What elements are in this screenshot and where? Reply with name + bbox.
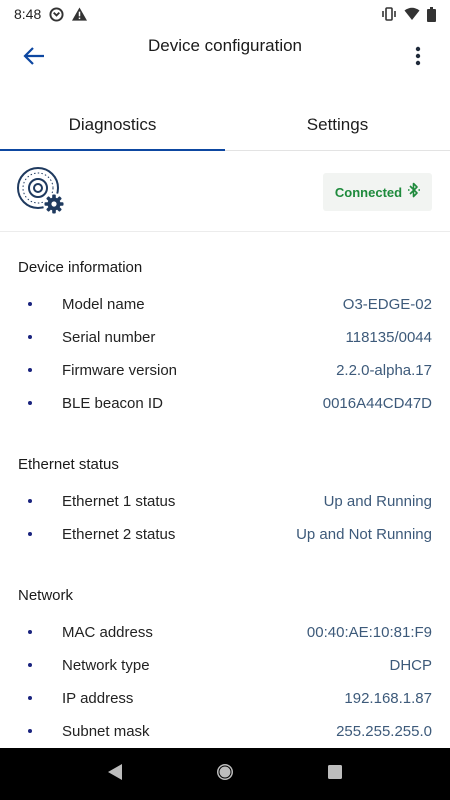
list-item: Ethernet 2 status Up and Not Running bbox=[0, 520, 450, 553]
battery-icon bbox=[427, 6, 436, 22]
row-label: Ethernet 1 status bbox=[62, 493, 176, 510]
section-title-ethernet: Ethernet status bbox=[18, 456, 119, 473]
row-label: Firmware version bbox=[62, 362, 178, 379]
bullet bbox=[28, 729, 32, 733]
row-value: 2.2.0-alpha.17 bbox=[336, 362, 432, 379]
row-label: Subnet mask bbox=[62, 723, 150, 740]
list-item: IP address 192.168.1.87 bbox=[0, 684, 450, 717]
connection-status-badge: Connected bbox=[323, 173, 432, 211]
tab-settings[interactable]: Settings bbox=[225, 100, 450, 150]
home-circle-icon bbox=[215, 762, 235, 787]
vibrate-icon bbox=[381, 7, 397, 21]
tab-bar: Diagnostics Settings bbox=[0, 100, 450, 151]
device-header: Connected bbox=[0, 152, 450, 232]
bullet bbox=[28, 663, 32, 667]
row-label: BLE beacon ID bbox=[62, 395, 163, 412]
overflow-menu-button[interactable] bbox=[396, 36, 440, 80]
row-value: 192.168.1.87 bbox=[344, 690, 432, 707]
section-title-device-info: Device information bbox=[18, 259, 143, 276]
list-item: Subnet mask 255.255.255.0 bbox=[0, 717, 450, 750]
app-bar: Device configuration bbox=[0, 28, 450, 88]
connection-status-label: Connected bbox=[334, 184, 403, 200]
bullet bbox=[28, 499, 32, 503]
status-bar: 8:48 bbox=[0, 0, 450, 28]
row-value: 00:40:AE:10:81:F9 bbox=[306, 624, 432, 641]
square-recents-icon bbox=[327, 764, 343, 785]
nav-home-button[interactable] bbox=[205, 754, 245, 794]
row-label: MAC address bbox=[62, 624, 153, 641]
nav-recents-button[interactable] bbox=[315, 754, 355, 794]
row-label: Serial number bbox=[62, 329, 156, 346]
row-value: 118135/0044 bbox=[345, 329, 432, 346]
row-label: Ethernet 2 status bbox=[62, 526, 176, 543]
page-title: Device configuration bbox=[147, 36, 303, 55]
tab-diagnostics[interactable]: Diagnostics bbox=[0, 100, 225, 151]
row-value: O3-EDGE-02 bbox=[342, 296, 432, 313]
device-settings-icon bbox=[16, 166, 68, 218]
bullet bbox=[28, 532, 32, 536]
list-item: BLE beacon ID 0016A44CD47D bbox=[0, 389, 450, 422]
row-value: 255.255.255.0 bbox=[336, 723, 432, 740]
bullet bbox=[28, 335, 32, 339]
nav-back-button[interactable] bbox=[95, 754, 135, 794]
list-item: Ethernet 1 status Up and Running bbox=[0, 487, 450, 520]
row-value: 0016A44CD47D bbox=[322, 395, 432, 412]
system-navigation-bar bbox=[0, 748, 450, 800]
row-label: IP address bbox=[62, 690, 134, 707]
row-value: Up and Not Running bbox=[296, 526, 432, 543]
row-value: Up and Running bbox=[323, 493, 432, 510]
warning-icon bbox=[72, 7, 88, 21]
bluetooth-icon bbox=[407, 182, 421, 203]
bullet bbox=[28, 696, 32, 700]
list-item: Firmware version 2.2.0-alpha.17 bbox=[0, 356, 450, 389]
more-vert-icon bbox=[415, 46, 421, 71]
wifi-icon bbox=[404, 7, 420, 21]
triangle-back-icon bbox=[107, 763, 123, 786]
list-item: Network type DHCP bbox=[0, 651, 450, 684]
bullet bbox=[28, 630, 32, 634]
status-time: 8:48 bbox=[14, 6, 42, 22]
row-label: Network type bbox=[62, 657, 150, 674]
row-value: DHCP bbox=[389, 657, 432, 674]
bullet bbox=[28, 368, 32, 372]
row-label: Model name bbox=[62, 296, 145, 313]
sync-icon bbox=[49, 6, 64, 22]
list-item: Serial number 118135/0044 bbox=[0, 323, 450, 356]
section-title-network: Network bbox=[18, 587, 74, 604]
list-item: MAC address 00:40:AE:10:81:F9 bbox=[0, 618, 450, 651]
bullet bbox=[28, 302, 32, 306]
bullet bbox=[28, 401, 32, 405]
list-item: Model name O3-EDGE-02 bbox=[0, 290, 450, 323]
